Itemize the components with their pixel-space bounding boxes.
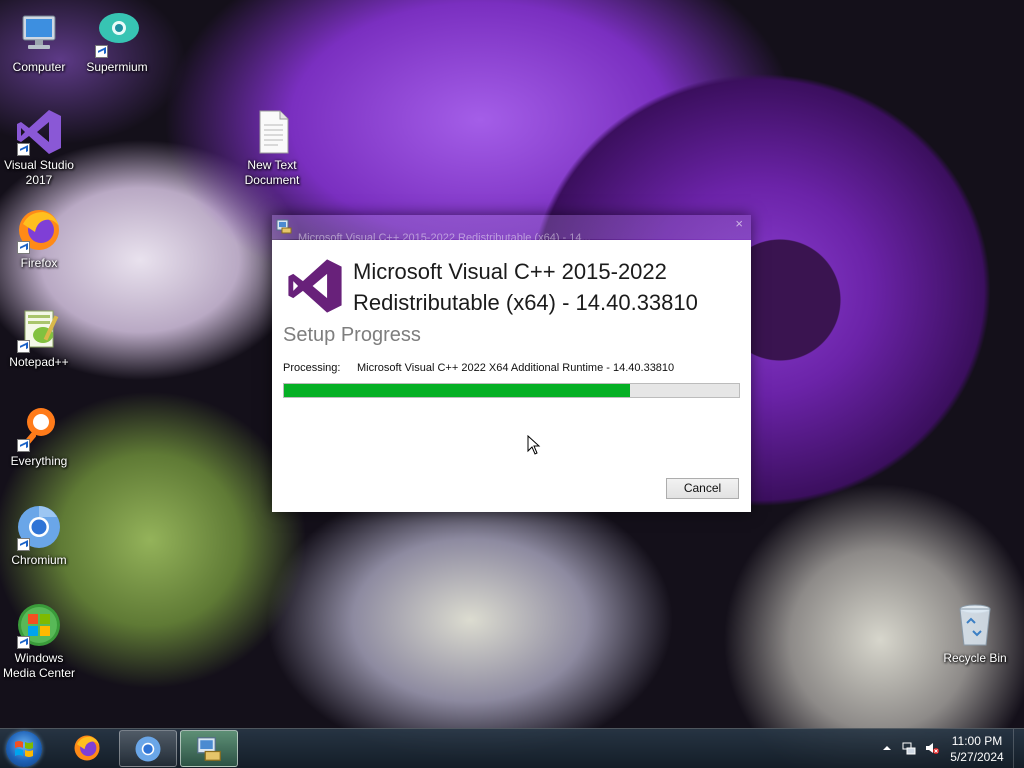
desktop: Computer Supermium Visual Studio 2017 Ne… (0, 0, 1024, 768)
desktop-icon-firefox[interactable]: Firefox (1, 206, 77, 271)
desktop-icon-windows-media-center[interactable]: Windows Media Center (1, 601, 77, 681)
shortcut-arrow-icon (17, 439, 30, 452)
desktop-icon-label: Recycle Bin (943, 651, 1007, 665)
desktop-icon-label: New Text Document (244, 158, 300, 187)
desktop-icon-new-text-document[interactable]: New Text Document (234, 108, 310, 188)
installer-window[interactable]: Microsoft Visual C++ 2015-2022 Redistrib… (272, 215, 751, 512)
text-document-icon (248, 108, 296, 156)
installer-app-icon (276, 219, 292, 234)
installer-client-area: Microsoft Visual C++ 2015-2022 Redistrib… (272, 240, 751, 512)
clock-date: 5/27/2024 (950, 750, 1004, 764)
shortcut-arrow-icon (17, 538, 30, 551)
network-icon[interactable] (902, 741, 916, 755)
shortcut-arrow-icon (17, 241, 30, 254)
processing-value: Microsoft Visual C++ 2022 X64 Additional… (357, 362, 675, 374)
desktop-icon-label: Computer (12, 60, 66, 74)
chromium-icon (15, 503, 63, 551)
windows-media-center-icon (15, 601, 63, 649)
desktop-icon-visual-studio[interactable]: Visual Studio 2017 (1, 108, 77, 188)
desktop-icon-label: Everything (10, 454, 68, 468)
windows-logo-icon (15, 741, 33, 757)
installer-app-icon (197, 737, 221, 761)
everything-search-icon (15, 404, 63, 452)
taskbar-chromium-button[interactable] (119, 730, 177, 767)
show-desktop-button[interactable] (1013, 729, 1024, 768)
progress-bar (283, 383, 740, 398)
desktop-icon-supermium[interactable]: Supermium (79, 10, 155, 75)
desktop-icon-computer[interactable]: Computer (1, 10, 77, 75)
desktop-icon-label: Supermium (86, 60, 148, 74)
recycle-bin-icon (951, 601, 999, 649)
firefox-icon (74, 735, 100, 761)
desktop-icon-label: Visual Studio 2017 (4, 158, 74, 187)
close-icon[interactable]: × (735, 216, 743, 231)
shortcut-arrow-icon (95, 45, 108, 58)
visual-studio-logo-icon (288, 259, 342, 313)
desktop-icon-chromium[interactable]: Chromium (1, 503, 77, 568)
system-clock[interactable]: 11:00 PM 5/27/2024 (946, 733, 1008, 765)
computer-icon (15, 10, 63, 58)
product-name-line-2: Redistributable (x64) - 14.40.33810 (353, 290, 698, 315)
progress-bar-fill (284, 384, 630, 397)
desktop-icon-everything[interactable]: Everything (1, 404, 77, 469)
mouse-cursor-icon (527, 435, 541, 455)
supermium-icon (93, 10, 141, 58)
taskbar-firefox-button[interactable] (59, 730, 117, 767)
product-name: Microsoft Visual C++ 2015-2022 Redistrib… (353, 256, 743, 318)
setup-progress-heading: Setup Progress (283, 324, 421, 346)
start-button[interactable] (6, 731, 42, 767)
installer-titlebar[interactable]: Microsoft Visual C++ 2015-2022 Redistrib… (272, 215, 751, 244)
cancel-button[interactable]: Cancel (666, 478, 739, 499)
chromium-icon (135, 736, 161, 762)
shortcut-arrow-icon (17, 636, 30, 649)
shortcut-arrow-icon (17, 340, 30, 353)
shortcut-arrow-icon (17, 143, 30, 156)
desktop-icon-recycle-bin[interactable]: Recycle Bin (937, 601, 1013, 666)
taskbar-installer-button[interactable] (180, 730, 238, 767)
desktop-icon-notepad-plus-plus[interactable]: Notepad++ (1, 305, 77, 370)
show-hidden-icons-icon[interactable] (880, 741, 894, 755)
visual-studio-icon (15, 108, 63, 156)
desktop-icon-label: Notepad++ (9, 355, 69, 369)
processing-label: Processing: (283, 362, 341, 374)
notepad-plus-plus-icon (15, 305, 63, 353)
volume-muted-icon[interactable] (925, 741, 939, 755)
desktop-icon-label: Windows Media Center (2, 651, 76, 680)
desktop-icon-label: Firefox (20, 256, 58, 270)
firefox-icon (15, 206, 63, 254)
taskbar: 11:00 PM 5/27/2024 (0, 728, 1024, 768)
product-name-line-1: Microsoft Visual C++ 2015-2022 (353, 259, 667, 284)
clock-time: 11:00 PM (951, 734, 1003, 748)
desktop-icon-label: Chromium (11, 553, 67, 567)
